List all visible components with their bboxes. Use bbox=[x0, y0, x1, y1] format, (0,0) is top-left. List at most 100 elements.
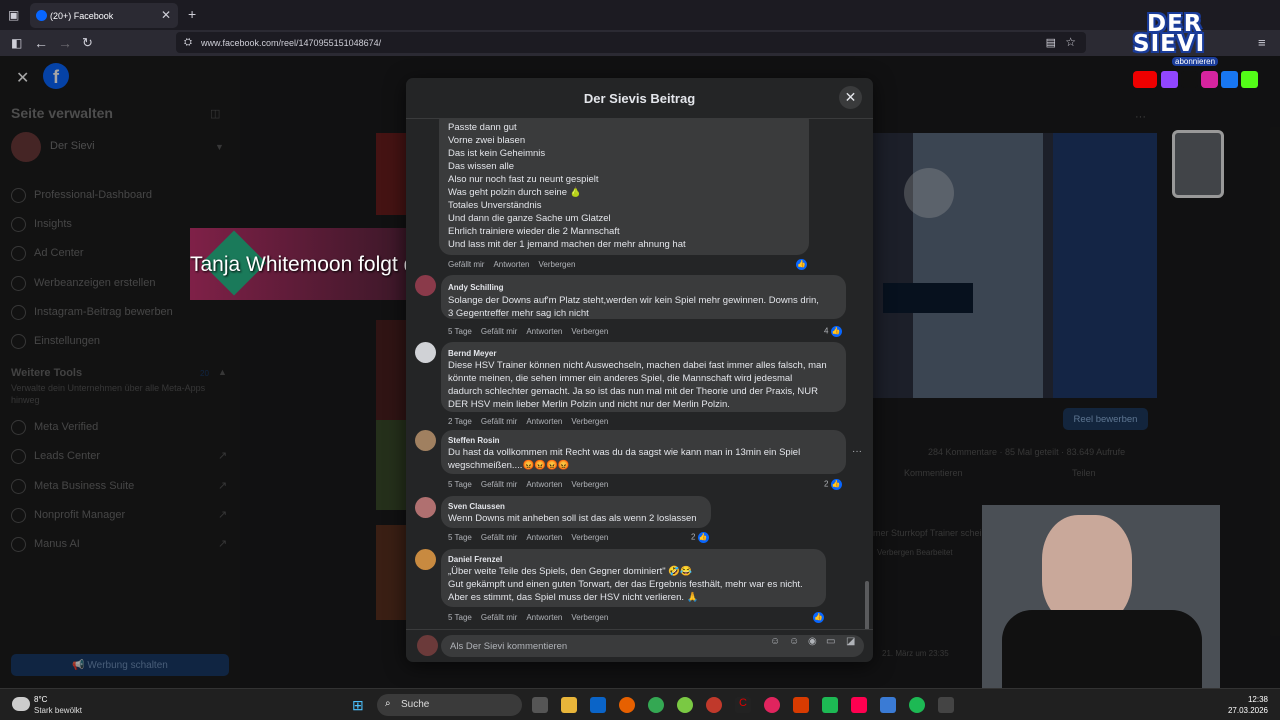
bookmark-star-icon[interactable]: ☆ bbox=[1065, 35, 1076, 49]
avatar[interactable] bbox=[415, 497, 436, 518]
app-icon[interactable] bbox=[938, 697, 954, 713]
channel-logo: DER SIEVI bbox=[1133, 13, 1258, 57]
avatar-sticker-icon[interactable]: ☺ bbox=[770, 636, 780, 647]
firefox-icon[interactable] bbox=[619, 697, 635, 713]
reply-link[interactable]: Antworten bbox=[526, 327, 562, 336]
twitch-icon bbox=[1161, 71, 1178, 88]
outlook-icon[interactable] bbox=[590, 697, 606, 713]
gif-icon[interactable]: ▭ bbox=[826, 636, 835, 647]
avatar bbox=[417, 635, 438, 656]
avatar[interactable] bbox=[415, 342, 436, 363]
reply-link[interactable]: Antworten bbox=[493, 260, 529, 269]
tiktok-icon[interactable] bbox=[851, 697, 867, 713]
start-icon[interactable]: ⊞ bbox=[352, 697, 364, 714]
sticker-icon[interactable]: ◪ bbox=[846, 636, 855, 647]
reply-link[interactable]: Antworten bbox=[526, 480, 562, 489]
reply-link[interactable]: Antworten bbox=[526, 613, 562, 622]
spotify-icon[interactable] bbox=[909, 697, 925, 713]
avatar[interactable] bbox=[415, 430, 436, 451]
chrome-icon[interactable] bbox=[648, 697, 664, 713]
like-link[interactable]: Gefällt mir bbox=[481, 327, 517, 336]
comment-author[interactable]: Sven Claussen bbox=[448, 502, 505, 511]
app-icon[interactable] bbox=[793, 697, 809, 713]
social-icons bbox=[1133, 71, 1258, 90]
cloud-icon[interactable] bbox=[12, 697, 30, 711]
comment-time[interactable]: 5 Tage bbox=[448, 327, 472, 336]
new-tab-icon[interactable]: + bbox=[188, 6, 196, 22]
comment-author[interactable]: Andy Schilling bbox=[448, 283, 504, 292]
like-link[interactable]: Gefällt mir bbox=[481, 417, 517, 426]
reply-link[interactable]: Antworten bbox=[526, 533, 562, 542]
close-tab-icon[interactable]: ✕ bbox=[161, 8, 171, 22]
webcam-face bbox=[1042, 515, 1132, 625]
comment-meta: Gefällt mir Antworten Verbergen bbox=[448, 260, 584, 269]
like-link[interactable]: Gefällt mir bbox=[481, 533, 517, 542]
comment-time[interactable]: 5 Tage bbox=[448, 480, 472, 489]
facebook-favicon-icon bbox=[36, 10, 47, 21]
hide-link[interactable]: Verbergen bbox=[538, 260, 575, 269]
youtube-icon bbox=[1133, 71, 1157, 88]
comment-text: Du hast da vollkommen mit Recht was du d… bbox=[448, 447, 801, 471]
webcam-overlay bbox=[982, 505, 1220, 688]
hide-link[interactable]: Verbergen bbox=[571, 480, 608, 489]
search-icon: ⌕ bbox=[385, 698, 391, 709]
reaction-count: 4 👍 bbox=[824, 326, 842, 337]
comment-input-placeholder: Als Der Sievi kommentieren bbox=[450, 641, 568, 652]
reload-icon[interactable]: ↻ bbox=[82, 35, 93, 51]
sidebar-toggle-icon[interactable]: ◧ bbox=[11, 36, 22, 50]
hide-link[interactable]: Verbergen bbox=[571, 327, 608, 336]
weather-description[interactable]: Stark bewölkt bbox=[34, 706, 82, 715]
app-icon[interactable] bbox=[764, 697, 780, 713]
logo-line-2: SIEVI bbox=[1133, 31, 1206, 57]
app-icon[interactable]: C bbox=[735, 697, 751, 713]
comment-meta: 2 Tage Gefällt mir Antworten Verbergen bbox=[448, 417, 617, 426]
avatar[interactable] bbox=[415, 275, 436, 296]
app-icon[interactable] bbox=[677, 697, 693, 713]
hide-link[interactable]: Verbergen bbox=[571, 613, 608, 622]
forward-icon[interactable]: → bbox=[58, 35, 72, 51]
like-link[interactable]: Gefällt mir bbox=[481, 613, 517, 622]
back-icon[interactable]: ← bbox=[34, 35, 48, 51]
reader-view-icon[interactable]: ▤ bbox=[1046, 36, 1056, 49]
address-bar[interactable]: ⛭ www.facebook.com/reel/1470955151048674… bbox=[176, 32, 1086, 53]
url-text: www.facebook.com/reel/1470955151048674/ bbox=[201, 38, 382, 48]
scrollbar[interactable] bbox=[865, 581, 869, 629]
post-modal: Der Sievis Beitrag ✕ Passte dann gut Vor… bbox=[406, 78, 873, 662]
reaction-number: 4 bbox=[824, 326, 829, 336]
site-info-icon[interactable]: ⛭ bbox=[184, 37, 192, 48]
app-icon[interactable] bbox=[706, 697, 722, 713]
comment-options-icon[interactable]: ··· bbox=[852, 446, 862, 457]
comment-time[interactable]: 5 Tage bbox=[448, 533, 472, 542]
like-reaction-icon: 👍 bbox=[697, 532, 709, 543]
avatar[interactable] bbox=[415, 549, 436, 570]
camera-icon[interactable]: ◉ bbox=[808, 636, 817, 647]
reply-link[interactable]: Antworten bbox=[526, 417, 562, 426]
like-reaction-icon: 👍 bbox=[813, 612, 824, 623]
app-icon[interactable] bbox=[822, 697, 838, 713]
comment-author[interactable]: Steffen Rosin bbox=[448, 436, 500, 445]
close-modal-button[interactable]: ✕ bbox=[839, 86, 862, 109]
comments-list[interactable]: Passte dann gut Vorne zwei blasen Das is… bbox=[406, 119, 873, 629]
weather-temperature[interactable]: 8°C bbox=[34, 695, 47, 704]
comment-time[interactable]: 2 Tage bbox=[448, 417, 472, 426]
comment-time[interactable]: 5 Tage bbox=[448, 613, 472, 622]
file-explorer-icon[interactable] bbox=[561, 697, 577, 713]
comment-author[interactable]: Daniel Frenzel bbox=[448, 555, 502, 564]
clock[interactable]: 12:38 27.03.2026 bbox=[1224, 694, 1268, 716]
taskbar-search[interactable]: ⌕ Suche bbox=[377, 694, 522, 716]
comment-author[interactable]: Bernd Meyer bbox=[448, 349, 496, 358]
tab-overview-icon[interactable]: ▣ bbox=[8, 8, 19, 22]
like-link[interactable]: Gefällt mir bbox=[448, 260, 484, 269]
emoji-icon[interactable]: ☺ bbox=[789, 636, 799, 647]
clock-date: 27.03.2026 bbox=[1227, 706, 1268, 715]
reaction-count: 2 👍 bbox=[691, 532, 709, 543]
subscribe-label: abonnieren bbox=[1172, 57, 1219, 66]
hide-link[interactable]: Verbergen bbox=[571, 533, 608, 542]
menu-icon[interactable]: ≡ bbox=[1258, 35, 1266, 50]
like-link[interactable]: Gefällt mir bbox=[481, 480, 517, 489]
comment-input[interactable]: Als Der Sievi kommentieren bbox=[441, 635, 864, 657]
app-icon[interactable] bbox=[880, 697, 896, 713]
tab-facebook[interactable]: (20+) Facebook ✕ bbox=[30, 3, 178, 28]
hide-link[interactable]: Verbergen bbox=[571, 417, 608, 426]
task-view-icon[interactable] bbox=[532, 697, 548, 713]
